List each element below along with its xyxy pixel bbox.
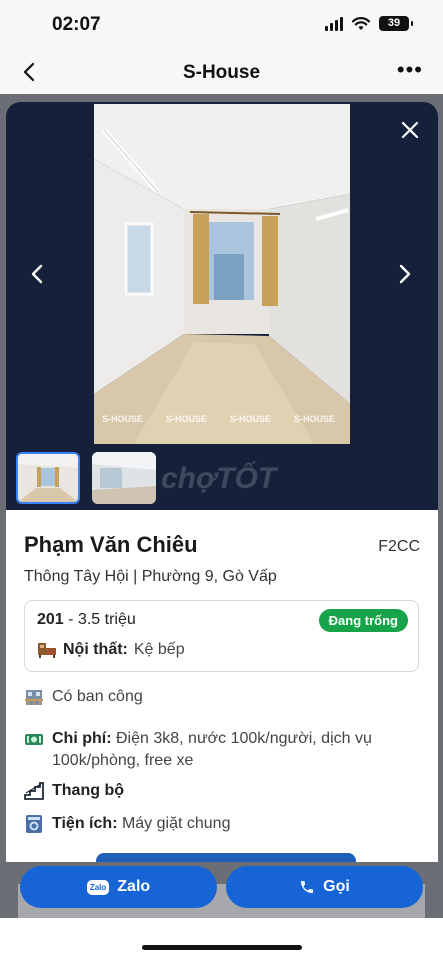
washing-machine-icon — [26, 815, 42, 833]
status-icons: 39 — [325, 16, 413, 31]
more-options-icon[interactable]: ••• — [397, 59, 423, 81]
room-price: 3.5 triệu — [77, 611, 136, 628]
balcony-icon — [25, 690, 43, 705]
close-icon[interactable] — [398, 118, 422, 142]
partial-button-edge — [96, 853, 356, 862]
site-watermark: chợTỐT — [161, 462, 277, 495]
zalo-icon: Zalo — [86, 879, 110, 895]
room-number: 201 — [37, 611, 64, 628]
furniture-value: Kệ bếp — [133, 641, 185, 658]
call-button-label: Gọi — [323, 878, 350, 895]
balcony-row: Có ban công — [24, 686, 419, 708]
next-photo-icon[interactable] — [394, 262, 416, 286]
thumbnail-2[interactable] — [92, 452, 156, 504]
watermark-3: S-HOUSE — [230, 414, 271, 424]
amenity-value: Máy giặt chung — [121, 815, 231, 832]
amenity-row: Tiện ích: Máy giặt chung — [24, 813, 419, 835]
cellular-signal-icon — [325, 16, 343, 31]
listing-address: Thông Tây Hội | Phường 9, Gò Vấp — [24, 568, 277, 585]
previous-photo-icon[interactable] — [26, 262, 48, 286]
money-icon — [25, 734, 43, 745]
nav-bar: S-House ••• — [0, 52, 443, 94]
call-button[interactable]: Gọi — [226, 866, 423, 908]
cost-label: Chi phí: — [52, 730, 112, 747]
zalo-button-label: Zalo — [117, 878, 151, 895]
action-bar: Zalo Zalo Gọi — [0, 862, 443, 918]
status-time: 02:07 — [52, 14, 101, 35]
status-bar: 02:07 39 — [0, 0, 443, 52]
cost-row: Chi phí: Điện 3k8, nước 100k/người, dịch… — [24, 728, 419, 772]
furniture-label: Nội thất: — [63, 641, 128, 658]
room-separator: - — [68, 611, 78, 628]
watermark-1: S-HOUSE — [102, 414, 143, 424]
room-card[interactable]: 201 - 3.5 triệu Đang trống Nội thất: Kệ … — [24, 600, 419, 672]
amenity-text: Tiện ích: Máy giặt chung — [52, 813, 230, 835]
furniture-icon — [38, 643, 56, 658]
home-area — [0, 918, 443, 960]
page-title: S-House — [182, 62, 261, 83]
app-screen: 02:07 39 S-House ••• S-HOUSE S-HOUSE S-H… — [0, 0, 443, 960]
photo-gallery: S-HOUSE S-HOUSE S-HOUSE S-HOUSE chợTỐT — [6, 102, 438, 510]
phone-icon — [301, 881, 314, 893]
amenity-label: Tiện ích: — [52, 815, 118, 832]
status-badge: Đang trống — [318, 609, 408, 632]
thumbnail-1[interactable] — [16, 452, 80, 504]
watermark-4: S-HOUSE — [294, 414, 335, 424]
furniture-row: Nội thất: Kệ bếp — [37, 641, 185, 659]
main-room-photo[interactable]: S-HOUSE S-HOUSE S-HOUSE S-HOUSE — [94, 104, 350, 444]
listing-code: F2CC — [378, 538, 420, 555]
stairs-row: Thang bộ — [24, 780, 419, 802]
stairs-text: Thang bộ — [52, 782, 124, 799]
zalo-button[interactable]: Zalo Zalo — [20, 866, 217, 908]
home-indicator[interactable] — [142, 945, 302, 950]
listing-title: Phạm Văn Chiêu — [24, 532, 198, 557]
stairs-icon — [24, 782, 44, 800]
cost-text: Chi phí: Điện 3k8, nước 100k/người, dịch… — [52, 728, 419, 772]
room-summary: 201 - 3.5 triệu — [37, 611, 136, 629]
watermark-2: S-HOUSE — [166, 414, 207, 424]
battery-icon: 39 — [379, 16, 413, 31]
listing-info: Phạm Văn Chiêu F2CC Thông Tây Hội | Phườ… — [6, 510, 438, 862]
listing-modal: S-HOUSE S-HOUSE S-HOUSE S-HOUSE chợTỐT P… — [6, 102, 438, 862]
balcony-text: Có ban công — [52, 688, 143, 705]
wifi-icon — [351, 16, 371, 30]
